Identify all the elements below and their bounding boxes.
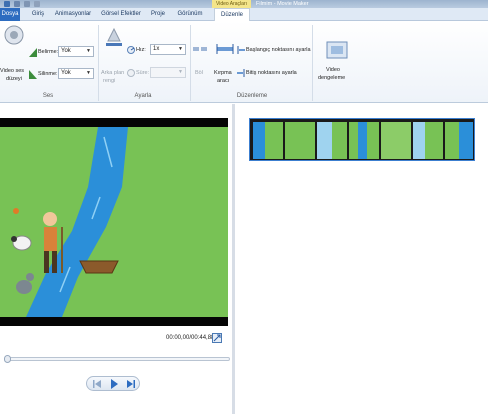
chevron-down-icon: ▼ (178, 46, 183, 52)
set-start-point-button[interactable]: Başlangıç noktasını ayarla (246, 47, 311, 53)
ribbon-tab-bar: Dosya Giriş Animasyonlar Görsel Efektler… (0, 8, 488, 22)
tab-view[interactable]: Görünüm (174, 8, 206, 21)
fade-out-label: Silinme: (38, 71, 58, 77)
video-tools-context-tab: Video Araçları (212, 0, 251, 8)
trim-icon (216, 44, 234, 54)
fullscreen-button[interactable] (212, 333, 222, 343)
group-separator (312, 25, 313, 101)
seek-bar[interactable] (4, 357, 230, 361)
trim-label-1: Kırpma (214, 70, 232, 76)
undo-icon[interactable] (24, 1, 30, 7)
fade-in-value: Yok (61, 48, 71, 54)
set-start-point-icon (237, 46, 245, 54)
clip-thumbnail (253, 122, 283, 159)
speaker-icon (4, 25, 24, 45)
fade-in-icon (29, 48, 37, 57)
tab-edit[interactable]: Düzenle (214, 8, 250, 22)
trim-label-2: aracı (217, 78, 230, 84)
chevron-down-icon: ▼ (86, 48, 91, 54)
background-color-label-1: Arka plan (101, 70, 125, 76)
set-end-point-button[interactable]: Bitiş noktasını ayarla (246, 70, 297, 76)
chevron-down-icon: ▼ (86, 70, 91, 76)
redo-icon[interactable] (34, 1, 40, 7)
save-icon[interactable] (14, 1, 20, 7)
stabilization-icon (326, 41, 348, 59)
fullscreen-icon (213, 334, 221, 342)
clip-thumbnail (317, 122, 347, 159)
video-clip-item[interactable] (249, 118, 475, 161)
clip-thumbnail (445, 122, 473, 159)
fade-out-value: Yok (61, 70, 71, 76)
split-label: Böl (195, 70, 203, 76)
video-volume-button[interactable] (2, 23, 26, 71)
tab-home[interactable]: Giriş (26, 8, 50, 21)
title-bar: Video Araçları Filmim - Movie Maker (0, 0, 488, 8)
fade-in-label: Belirme: (38, 49, 59, 55)
clip-thumbnail (413, 122, 443, 159)
tab-visual-effects[interactable]: Görsel Efektler (98, 8, 144, 21)
group-separator (190, 25, 191, 101)
set-end-point-icon (237, 69, 245, 77)
group-separator (98, 25, 99, 101)
fade-out-icon (29, 70, 37, 79)
seek-thumb[interactable] (4, 355, 11, 363)
duration-select[interactable]: ▼ (150, 67, 186, 78)
speed-icon (127, 46, 135, 54)
play-icon[interactable] (107, 379, 121, 389)
app-icon (4, 1, 10, 7)
timecode-display: 00:00,00/00:44,88 (166, 335, 215, 341)
duration-label: Süre: (136, 70, 150, 76)
fade-out-select[interactable]: Yok ▼ (58, 68, 94, 79)
video-frame (0, 127, 228, 317)
previous-frame-icon[interactable] (91, 379, 105, 389)
video-volume-label-2: düzeyi (6, 76, 22, 82)
tab-animations[interactable]: Animasyonlar (52, 8, 94, 21)
speed-select[interactable]: 1x ▼ (150, 44, 186, 55)
tab-file[interactable]: Dosya (0, 8, 20, 21)
audio-group-label: Ses (42, 93, 54, 99)
fade-in-select[interactable]: Yok ▼ (58, 46, 94, 57)
chevron-down-icon: ▼ (178, 69, 183, 75)
adjust-group-label: Ayarla (134, 93, 152, 99)
storyboard-pane (235, 104, 488, 414)
video-volume-label-1: Video ses (0, 68, 25, 74)
split-icon (193, 47, 207, 51)
edit-group-label: Düzenleme (236, 93, 268, 99)
video-preview[interactable] (0, 118, 228, 326)
speed-value: 1x (153, 46, 160, 52)
window-title: Filmim - Movie Maker (256, 1, 309, 7)
preview-pane: 00:00,00/00:44,88 (0, 104, 232, 414)
paint-bucket-icon (106, 27, 122, 46)
stabilization-label-2: dengeleme (318, 75, 346, 81)
duration-icon (127, 69, 135, 77)
next-frame-icon[interactable] (123, 379, 137, 389)
playback-controls (86, 376, 140, 391)
stabilization-label-1: Video (326, 67, 340, 73)
ribbon: Video ses düzeyi Belirme: Yok ▼ Silinme:… (0, 21, 488, 103)
clip-thumbnail (349, 122, 379, 159)
background-color-label-2: rengi (103, 78, 116, 84)
speed-label: Hız: (136, 47, 146, 53)
clip-thumbnail (381, 122, 411, 159)
clip-thumbnail (285, 122, 315, 159)
tab-project[interactable]: Proje (146, 8, 170, 21)
